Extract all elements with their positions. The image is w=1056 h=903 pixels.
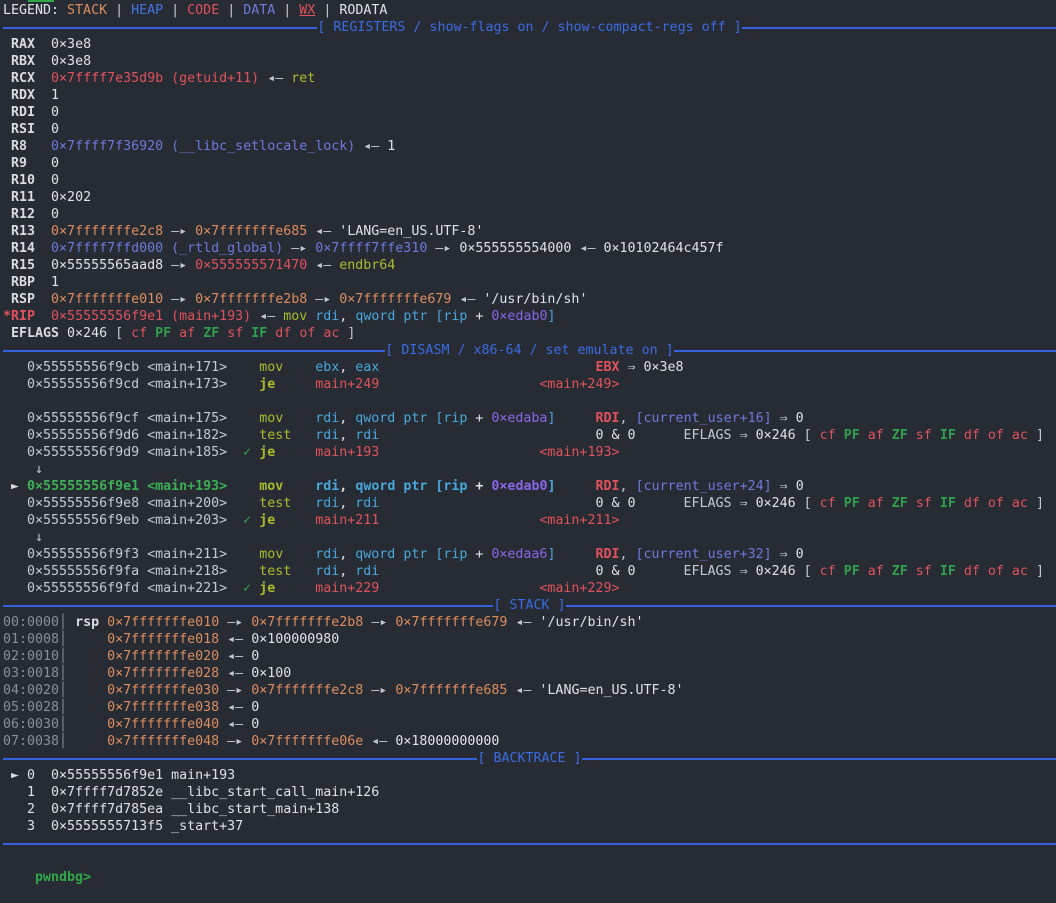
terminal-line: R8 0×7ffff7f36920 (__libc_setlocale_lock… [3,138,1056,155]
legend-line: LEGEND: STACK | HEAP | CODE | DATA | WX … [3,2,1056,19]
terminal-line: 05:0028│ 0×7fffffffe038 ◂— 0 [3,699,1056,716]
terminal-line: LEGEND: STACK | HEAP | CODE | DATA | WX … [3,2,1056,19]
terminal-line: R12 0 [3,206,1056,223]
terminal-line: 01:0008│ 0×7fffffffe018 ◂— 0×100000980 [3,631,1056,648]
command-prompt[interactable]: pwndbg> [3,852,1056,869]
terminal-line: 1 0×7ffff7d7852e __libc_start_call_main+… [3,784,1056,801]
disasm-panel: 0×55555556f9cb <main+171> mov ebx, eax E… [3,359,1056,597]
registers-panel: RAX 0×3e8 RBX 0×3e8 RCX 0×7ffff7e35d9b (… [3,36,1056,342]
terminal-line: 0×55555556f9e8 <main+200> test rdi, rdi … [3,495,1056,512]
terminal-line: *RIP 0×55555556f9e1 (main+193) ◂— mov rd… [3,308,1056,325]
separator-rule [3,835,1056,852]
terminal-line: 0×55555556f9f3 <main+211> mov rdi, qword… [3,546,1056,563]
terminal-line: RBX 0×3e8 [3,53,1056,70]
backtrace-panel: ► 0 0×55555556f9e1 main+193 1 0×7ffff7d7… [3,767,1056,835]
terminal-line: 0×55555556f9cf <main+175> mov rdi, qword… [3,410,1056,427]
terminal-line: ↓ [3,529,1056,546]
terminal-line: 3 0×5555555713f5 _start+37 [3,818,1056,835]
disasm-header-label: [ DISASM / x86-64 / set emulate on ] [385,342,673,359]
terminal-line: 0×55555556f9eb <main+203> ✓ je main+211 … [3,512,1056,529]
terminal-line: RSI 0 [3,121,1056,138]
terminal-line: RBP 1 [3,274,1056,291]
terminal-line: RAX 0×3e8 [3,36,1056,53]
terminal-line: R15 0×55555565aad8 —▸ 0×555555571470 ◂— … [3,257,1056,274]
rule-line [3,605,493,607]
terminal-line: ↓ [3,461,1056,478]
terminal-line: RCX 0×7ffff7e35d9b (getuid+11) ◂— ret [3,70,1056,87]
terminal-line: ► 0 0×55555556f9e1 main+193 [3,767,1056,784]
terminal-line: 0×55555556f9d9 <main+185> ✓ je main+193 … [3,444,1056,461]
terminal-line: ► 0×55555556f9e1 <main+193> mov rdi, qwo… [3,478,1056,495]
rule-line [3,350,385,352]
terminal-line: 2 0×7ffff7d785ea __libc_start_main+138 [3,801,1056,818]
clipped-text-artifact [28,0,54,2]
terminal-line [3,393,1056,410]
terminal-line: RSP 0×7fffffffe010 —▸ 0×7fffffffe2b8 —▸ … [3,291,1056,308]
rule-line [3,758,477,760]
prompt-label[interactable]: pwndbg> [35,870,91,885]
backtrace-header: [ BACKTRACE ] [3,750,1056,767]
stack-header: [ STACK ] [3,597,1056,614]
terminal-line: R14 0×7ffff7ffd000 (_rtld_global) —▸ 0×7… [3,240,1056,257]
rule-line [742,27,1056,29]
rule-line [3,27,317,29]
terminal-line: 0×55555556f9fd <main+221> ✓ je main+229 … [3,580,1056,597]
terminal-line: 0×55555556f9cb <main+171> mov ebx, eax E… [3,359,1056,376]
terminal-line: 0×55555556f9fa <main+218> test rdi, rdi … [3,563,1056,580]
terminal-line: RDX 1 [3,87,1056,104]
terminal-line: 04:0020│ 0×7fffffffe030 —▸ 0×7fffffffe2c… [3,682,1056,699]
terminal-line: R10 0 [3,172,1056,189]
terminal-line: 0×55555556f9d6 <main+182> test rdi, rdi … [3,427,1056,444]
terminal-line: 0×55555556f9cd <main+173> je main+249 <m… [3,376,1056,393]
backtrace-header-label: [ BACKTRACE ] [477,750,581,767]
rule-line [582,758,1056,760]
stack-panel: 00:0000│ rsp 0×7fffffffe010 —▸ 0×7ffffff… [3,614,1056,750]
terminal-line: 06:0030│ 0×7fffffffe040 ◂— 0 [3,716,1056,733]
terminal-line: 07:0038│ 0×7fffffffe048 —▸ 0×7fffffffe06… [3,733,1056,750]
terminal-line: EFLAGS 0×246 [ cf PF af ZF sf IF df of a… [3,325,1056,342]
terminal-line: R11 0×202 [3,189,1056,206]
terminal-line: R13 0×7fffffffe2c8 —▸ 0×7fffffffe685 ◂— … [3,223,1056,240]
terminal-line: 02:0010│ 0×7fffffffe020 ◂— 0 [3,648,1056,665]
terminal-line: 03:0018│ 0×7fffffffe028 ◂— 0×100 [3,665,1056,682]
disasm-header: [ DISASM / x86-64 / set emulate on ] [3,342,1056,359]
rule-line [674,350,1056,352]
registers-header: [ REGISTERS / show-flags on / show-compa… [3,19,1056,36]
rule-line [566,605,1056,607]
registers-header-label: [ REGISTERS / show-flags on / show-compa… [317,19,741,36]
stack-header-label: [ STACK ] [493,597,565,614]
terminal-line: R9 0 [3,155,1056,172]
terminal: LEGEND: STACK | HEAP | CODE | DATA | WX … [0,0,1056,873]
rule-line [3,843,1056,845]
terminal-line: RDI 0 [3,104,1056,121]
terminal-line: 00:0000│ rsp 0×7fffffffe010 —▸ 0×7ffffff… [3,614,1056,631]
